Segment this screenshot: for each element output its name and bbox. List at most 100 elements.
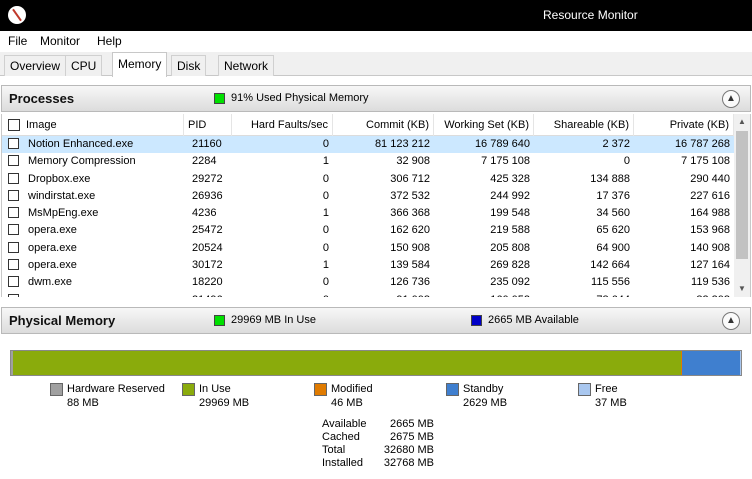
table-row[interactable]: windirstat.exe 26936 0 372 532 244 992 17 376… bbox=[2, 188, 735, 205]
cell-pid: 21496 bbox=[192, 294, 232, 297]
tab-bar: Overview CPU Memory Disk Network bbox=[0, 52, 752, 77]
row-checkbox[interactable] bbox=[8, 172, 19, 184]
table-row[interactable]: dwm.exe 18220 0 126 736 235 092 115 556 119 53… bbox=[2, 274, 735, 291]
legend-value: 46 MB bbox=[331, 397, 363, 409]
cell-private: 290 440 bbox=[690, 172, 730, 185]
cell-pid: 2284 bbox=[192, 155, 217, 168]
row-checkbox[interactable] bbox=[8, 293, 19, 297]
column-working-set[interactable]: Working Set (KB) bbox=[434, 114, 534, 136]
summary-value: 2675 MB bbox=[389, 431, 434, 443]
cell-private: 16 787 268 bbox=[674, 138, 730, 150]
row-checkbox[interactable] bbox=[8, 259, 19, 271]
table-row[interactable]: MsMpEng.exe 4236 1 366 368 199 548 34 560 164 … bbox=[2, 205, 735, 222]
column-header-row: Image PID Hard Faults/sec Commit (KB) Wo… bbox=[2, 114, 735, 136]
cell-shareable: 78 644 bbox=[534, 294, 630, 297]
cell-image: opera.exe bbox=[28, 294, 184, 297]
cell-pid: 21160 bbox=[192, 138, 222, 150]
scroll-thumb[interactable] bbox=[736, 131, 748, 259]
row-checkbox[interactable] bbox=[8, 224, 19, 236]
cell-shareable: 64 900 bbox=[596, 241, 630, 254]
column-hard-faults[interactable]: Hard Faults/sec bbox=[232, 114, 333, 136]
in-use-swatch bbox=[214, 315, 225, 326]
tab-overview[interactable]: Overview bbox=[4, 55, 67, 76]
tab-disk[interactable]: Disk bbox=[171, 55, 207, 76]
summary-available: Available 2665 MB bbox=[322, 418, 434, 431]
menu-bar: File Monitor Help bbox=[0, 31, 752, 51]
legend-label: In Use bbox=[199, 383, 231, 395]
row-checkbox[interactable] bbox=[8, 241, 19, 253]
cell-working-set: 205 808 bbox=[490, 241, 530, 254]
cell-private: 164 988 bbox=[690, 207, 730, 220]
cell-image: MsMpEng.exe bbox=[28, 207, 99, 220]
row-checkbox[interactable] bbox=[8, 276, 19, 288]
cell-hard-faults: 1 bbox=[322, 207, 329, 220]
cell-hard-faults: 0 bbox=[232, 294, 329, 297]
physical-memory-header[interactable]: Physical Memory 29969 MB In Use 2665 MB … bbox=[1, 307, 751, 334]
row-checkbox[interactable] bbox=[8, 207, 19, 219]
title-bar: Resource Monitor bbox=[0, 0, 752, 31]
in-use-legend-swatch bbox=[182, 383, 195, 396]
column-shareable[interactable]: Shareable (KB) bbox=[534, 114, 634, 136]
free-swatch bbox=[578, 383, 591, 396]
collapse-processes-button[interactable]: ▲ bbox=[722, 90, 740, 108]
summary-value: 2665 MB bbox=[389, 418, 434, 430]
tab-memory[interactable]: Memory bbox=[112, 52, 168, 77]
cell-hard-faults: 0 bbox=[322, 276, 329, 289]
column-image[interactable]: Image bbox=[26, 114, 184, 136]
collapse-physical-memory-button[interactable]: ▲ bbox=[722, 312, 740, 330]
scroll-down-icon[interactable]: ▼ bbox=[734, 281, 750, 297]
cell-working-set: 160 052 bbox=[434, 294, 530, 297]
select-all-checkbox[interactable] bbox=[8, 119, 20, 131]
cell-private: 153 968 bbox=[690, 224, 730, 237]
legend-value: 37 MB bbox=[595, 397, 627, 409]
memory-bar-segment-free bbox=[740, 351, 741, 375]
column-private[interactable]: Private (KB) bbox=[634, 114, 734, 136]
window-title: Resource Monitor bbox=[543, 8, 638, 22]
summary-installed: Installed 32768 MB bbox=[322, 457, 434, 470]
used-memory-text: 91% Used Physical Memory bbox=[231, 92, 369, 104]
tab-cpu[interactable]: CPU bbox=[65, 55, 103, 76]
cell-working-set: 219 588 bbox=[490, 224, 530, 237]
cell-image: Dropbox.exe bbox=[28, 172, 91, 185]
cell-shareable: 0 bbox=[623, 155, 630, 168]
cell-working-set: 7 175 108 bbox=[481, 155, 530, 168]
table-row[interactable]: Dropbox.exe 29272 0 306 712 425 328 134 888 29… bbox=[2, 171, 735, 188]
cell-working-set: 235 092 bbox=[490, 276, 530, 289]
table-row[interactable]: Memory Compression 2284 1 32 908 7 175 108 0 7… bbox=[2, 153, 735, 170]
cell-shareable: 65 620 bbox=[596, 224, 630, 237]
memory-bar-segment-standby bbox=[681, 351, 741, 375]
legend-label: Standby bbox=[463, 383, 504, 395]
legend-label: Modified bbox=[331, 383, 373, 395]
table-row[interactable]: opera.exe 30172 1 139 584 269 828 142 664 127 … bbox=[2, 257, 735, 274]
available-text: 2665 MB Available bbox=[488, 314, 579, 326]
row-checkbox[interactable] bbox=[8, 155, 19, 167]
cell-private: 140 908 bbox=[690, 241, 730, 254]
memory-usage-bar bbox=[10, 350, 742, 376]
cell-hard-faults: 0 bbox=[322, 224, 329, 237]
legend-value: 88 MB bbox=[67, 397, 99, 409]
scroll-up-icon[interactable]: ▲ bbox=[734, 114, 750, 130]
cell-commit: 372 532 bbox=[390, 189, 430, 202]
row-checkbox[interactable] bbox=[8, 138, 19, 149]
column-commit[interactable]: Commit (KB) bbox=[333, 114, 434, 136]
cell-commit: 366 368 bbox=[390, 207, 430, 220]
column-pid[interactable]: PID bbox=[188, 114, 232, 136]
row-checkbox[interactable] bbox=[8, 189, 19, 201]
cell-shareable: 134 888 bbox=[590, 172, 630, 185]
processes-scrollbar[interactable]: ▲ ▼ bbox=[734, 114, 750, 297]
table-row[interactable]: opera.exe 25472 0 162 620 219 588 65 620 153 9… bbox=[2, 222, 735, 239]
menu-help[interactable]: Help bbox=[97, 34, 122, 48]
cell-shareable: 115 556 bbox=[591, 276, 630, 289]
table-row[interactable]: opera.exe 20524 0 150 908 205 808 64 900 140 9… bbox=[2, 240, 735, 257]
menu-file[interactable]: File bbox=[8, 34, 27, 48]
cell-pid: 29272 bbox=[192, 172, 223, 185]
resource-monitor-icon[interactable] bbox=[8, 6, 26, 24]
cell-image: opera.exe bbox=[28, 241, 77, 254]
table-row[interactable]: opera.exe 214960 91 008 160 052 78 644 83 308 bbox=[2, 292, 735, 297]
tab-network[interactable]: Network bbox=[218, 55, 275, 76]
table-row[interactable]: Notion Enhanced.exe 21160 0 81 123 212 16 78… bbox=[2, 136, 735, 154]
cell-hard-faults: 1 bbox=[322, 155, 329, 168]
menu-monitor[interactable]: Monitor bbox=[40, 34, 80, 48]
cell-private: 227 616 bbox=[690, 189, 730, 202]
processes-header[interactable]: Processes 91% Used Physical Memory ▲ bbox=[1, 85, 751, 112]
